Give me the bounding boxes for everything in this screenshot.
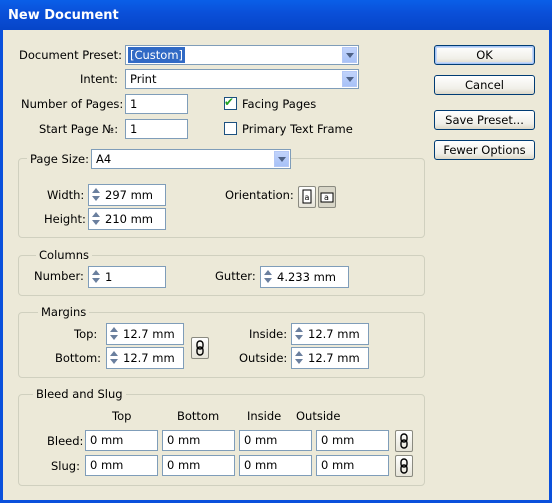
portrait-orientation-button[interactable]: a — [298, 186, 316, 208]
margin-outside-value: 12.7 mm — [308, 351, 360, 365]
col-header-outside: Outside — [296, 409, 341, 423]
start-page-label: Start Page №: — [39, 122, 119, 136]
bleed-label: Bleed: — [47, 434, 84, 448]
margin-top-value: 12.7 mm — [123, 327, 175, 341]
gutter-spinner[interactable]: 4.233 mm — [260, 266, 349, 288]
chevron-down-icon[interactable] — [274, 151, 289, 167]
ok-button[interactable]: OK — [434, 45, 535, 65]
orientation-label: Orientation: — [225, 188, 294, 202]
fewer-options-button[interactable]: Fewer Options — [434, 140, 535, 160]
checkmark-icon: ✔ — [224, 95, 235, 109]
stepper-arrows-icon[interactable] — [263, 269, 273, 285]
margin-inside-spinner[interactable]: 12.7 mm — [291, 323, 369, 345]
save-preset-button[interactable]: Save Preset... — [434, 110, 535, 130]
stepper-arrows-icon[interactable] — [294, 326, 304, 342]
slug-outside-field[interactable]: 0 mm — [316, 455, 389, 476]
col-header-bottom: Bottom — [177, 409, 220, 423]
col-header-inside: Inside — [247, 409, 282, 423]
number-of-pages-field[interactable]: 1 — [125, 94, 188, 114]
stepper-arrows-icon[interactable] — [294, 350, 304, 366]
landscape-orientation-button[interactable]: a — [318, 186, 336, 208]
bleed-bottom-field[interactable]: 0 mm — [162, 430, 235, 451]
margin-inside-value: 12.7 mm — [308, 327, 360, 341]
svg-text:a: a — [305, 193, 310, 202]
margin-top-label: Top: — [74, 327, 98, 341]
bleed-top-field[interactable]: 0 mm — [85, 430, 158, 451]
stepper-arrows-icon[interactable] — [109, 350, 119, 366]
svg-text:a: a — [324, 193, 329, 202]
intent-label: Intent: — [80, 72, 118, 86]
width-label: Width: — [47, 188, 85, 202]
cancel-button[interactable]: Cancel — [434, 75, 535, 95]
document-preset-select[interactable]: [Custom] — [125, 45, 359, 65]
start-page-field[interactable]: 1 — [125, 119, 188, 139]
intent-value: Print — [130, 72, 157, 86]
stepper-arrows-icon[interactable] — [91, 269, 101, 285]
number-of-pages-label: Number of Pages: — [21, 97, 124, 111]
page-size-select[interactable]: A4 — [91, 149, 291, 169]
height-spinner[interactable]: 210 mm — [88, 208, 166, 230]
link-bleed-button[interactable] — [395, 430, 413, 452]
chain-link-icon — [196, 340, 204, 356]
chain-link-icon — [400, 433, 408, 449]
height-label: Height: — [44, 212, 86, 226]
chevron-down-icon[interactable] — [342, 71, 357, 87]
bleed-slug-title: Bleed and Slug — [33, 386, 126, 402]
margin-bottom-spinner[interactable]: 12.7 mm — [106, 347, 184, 369]
margin-bottom-value: 12.7 mm — [123, 351, 175, 365]
slug-inside-field[interactable]: 0 mm — [239, 455, 312, 476]
column-number-label: Number: — [34, 269, 84, 283]
width-spinner[interactable]: 297 mm — [88, 184, 166, 206]
margin-inside-label: Inside: — [249, 327, 288, 341]
slug-label: Slug: — [51, 459, 80, 473]
column-number-value: 1 — [105, 270, 113, 284]
link-margins-button[interactable] — [191, 337, 209, 359]
margins-title: Margins — [38, 304, 90, 320]
intent-select[interactable]: Print — [125, 69, 359, 89]
landscape-icon: a — [320, 192, 334, 203]
primary-text-frame-label: Primary Text Frame — [242, 122, 353, 136]
window-title: New Document — [0, 0, 552, 30]
gutter-value: 4.233 mm — [277, 270, 336, 284]
gutter-label: Gutter: — [215, 269, 256, 283]
document-preset-value: [Custom] — [128, 47, 186, 63]
facing-pages-checkbox[interactable]: ✔ — [224, 95, 237, 110]
width-value: 297 mm — [105, 188, 154, 202]
margin-bottom-label: Bottom: — [55, 351, 102, 365]
primary-text-frame-checkbox[interactable] — [224, 122, 237, 135]
document-preset-label: Document Preset: — [19, 48, 122, 62]
portrait-icon: a — [302, 189, 312, 204]
page-size-value: A4 — [96, 152, 112, 166]
col-header-top: Top — [112, 409, 132, 423]
chevron-down-icon[interactable] — [342, 47, 357, 63]
stepper-arrows-icon[interactable] — [109, 326, 119, 342]
link-slug-button[interactable] — [395, 455, 413, 477]
stepper-arrows-icon[interactable] — [91, 211, 101, 227]
page-size-label: Page Size: — [27, 151, 92, 167]
bleed-outside-field[interactable]: 0 mm — [316, 430, 389, 451]
stepper-arrows-icon[interactable] — [91, 187, 101, 203]
height-value: 210 mm — [105, 212, 154, 226]
slug-top-field[interactable]: 0 mm — [85, 455, 158, 476]
columns-title: Columns — [36, 247, 93, 263]
bleed-inside-field[interactable]: 0 mm — [239, 430, 312, 451]
column-number-spinner[interactable]: 1 — [88, 266, 166, 288]
slug-bottom-field[interactable]: 0 mm — [162, 455, 235, 476]
margin-top-spinner[interactable]: 12.7 mm — [106, 323, 184, 345]
facing-pages-label: Facing Pages — [242, 97, 317, 111]
margin-outside-label: Outside: — [239, 351, 288, 365]
chain-link-icon — [400, 458, 408, 474]
margin-outside-spinner[interactable]: 12.7 mm — [291, 347, 369, 369]
new-document-dialog: New Document OK Cancel Save Preset... Fe… — [0, 0, 552, 503]
